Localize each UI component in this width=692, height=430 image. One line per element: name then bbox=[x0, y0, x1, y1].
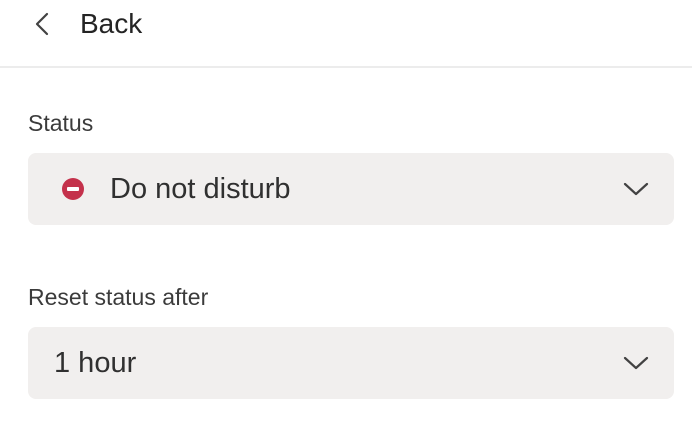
reset-selected-value: 1 hour bbox=[54, 346, 137, 379]
chevron-down-icon bbox=[622, 180, 650, 198]
status-selected-value: Do not disturb bbox=[110, 172, 291, 205]
chevron-down-icon bbox=[622, 354, 650, 372]
reset-status-dropdown[interactable]: 1 hour bbox=[28, 327, 674, 399]
dnd-status-icon bbox=[62, 178, 84, 200]
status-dropdown[interactable]: Do not disturb bbox=[28, 153, 674, 225]
status-label: Status bbox=[28, 110, 94, 136]
dnd-bar bbox=[67, 187, 79, 191]
back-button[interactable]: Back bbox=[32, 4, 142, 44]
chevron-left-icon bbox=[32, 12, 52, 36]
set-status-panel: Back Status Do not disturb Reset status … bbox=[0, 0, 692, 430]
back-label: Back bbox=[80, 8, 143, 39]
reset-status-label: Reset status after bbox=[28, 284, 209, 310]
header-bar: Back bbox=[0, 0, 692, 68]
